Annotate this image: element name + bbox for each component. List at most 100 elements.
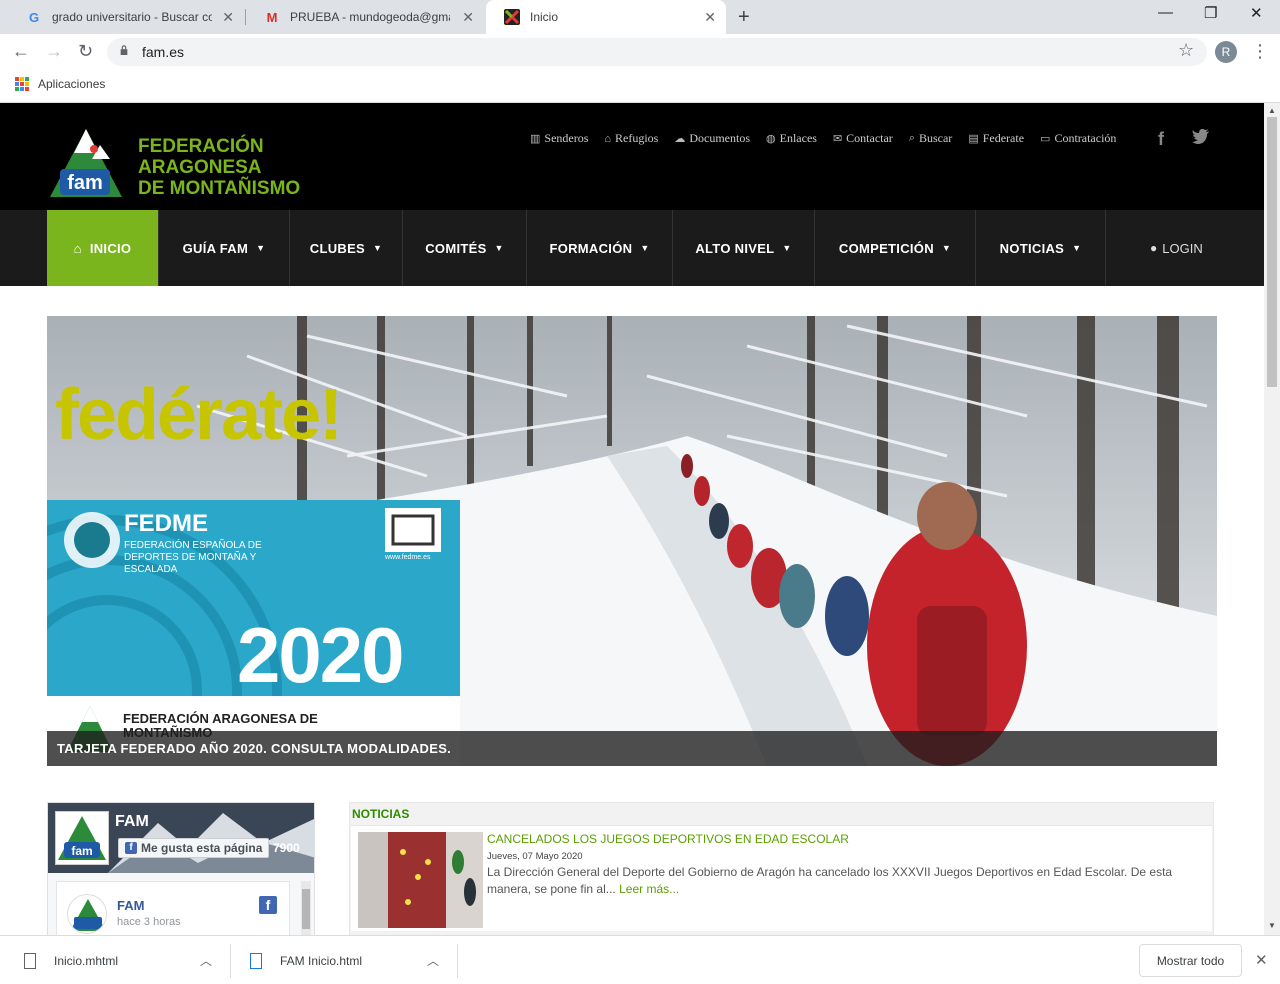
apps-grid-icon[interactable] (15, 77, 29, 91)
nav-label: FORMACIÓN (549, 240, 633, 256)
facebook-scrollbar[interactable] (301, 881, 311, 935)
chevron-down-icon: ▼ (941, 243, 952, 253)
top-link-federate[interactable]: ▤ Federate (968, 131, 1024, 146)
page-viewport: fam FEDERACIÓN ARAGONESA DE MONTAÑISMO ▥… (0, 103, 1264, 935)
top-link-contratacion[interactable]: ▭ Contratación (1040, 131, 1116, 146)
tab-gmail[interactable]: M PRUEBA - mundogeoda@gmail.c ✕ (246, 0, 484, 34)
top-links: ▥ Senderos ⌂ Refugios ☁ Documentos ◍ Enlaces… (530, 131, 1116, 146)
news-title-link[interactable]: CANCELADOS LOS JUEGOS DEPORTIVOS EN EDAD… (487, 832, 849, 846)
tab-inicio[interactable]: Inicio ✕ (486, 0, 726, 34)
envelope-icon: ✉ (832, 133, 843, 145)
nav-divider (1105, 210, 1106, 286)
bookmark-star-icon[interactable]: ☆ (1178, 40, 1194, 61)
address-bar[interactable]: fam.es ☆ (107, 38, 1207, 66)
twitter-icon[interactable] (1192, 129, 1210, 150)
nav-inicio[interactable]: ⌂ INICIO (47, 210, 159, 286)
download-separator (230, 944, 231, 978)
minimize-icon[interactable]: — (1158, 4, 1173, 21)
url-text[interactable]: fam.es (142, 44, 184, 60)
reload-icon[interactable]: ↻ (78, 41, 93, 62)
page-scroll-thumb[interactable] (1267, 117, 1277, 387)
top-link-senderos[interactable]: ▥ Senderos (530, 131, 588, 146)
top-link-label: Contactar (846, 131, 893, 145)
top-link-refugios[interactable]: ⌂ Refugios (604, 131, 658, 146)
main-navigation: ⌂ INICIO GUÍA FAM ▼ CLUBES ▼ COMITÉS ▼ FORM… (0, 210, 1264, 286)
nav-competicion[interactable]: COMPETICIÓN ▼ (815, 210, 976, 286)
news-item: CANCELADOS LOS JUEGOS DEPORTIVOS EN EDAD… (351, 825, 1212, 931)
more-menu-icon[interactable]: ⋮ (1251, 41, 1269, 62)
tab-title: PRUEBA - mundogeoda@gmail.c (290, 10, 450, 24)
fedme-subtitle: FEDERACIÓN ESPAÑOLA DE DEPORTES DE MONTA… (124, 540, 262, 575)
nav-alto-nivel[interactable]: ALTO NIVEL ▼ (673, 210, 815, 286)
login-label: LOGIN (1162, 240, 1203, 256)
facebook-scroll-thumb[interactable] (302, 889, 310, 929)
fam-logo[interactable]: fam (48, 127, 124, 199)
back-icon[interactable]: ← (12, 41, 30, 62)
scroll-up-icon[interactable]: ▲ (1268, 106, 1276, 115)
download-item-fam-inicio-html[interactable]: FAM Inicio.html (250, 936, 362, 984)
top-link-label: Buscar (918, 131, 953, 145)
downloads-bar: Inicio.mhtml ︿ FAM Inicio.html ︿ Mostrar… (0, 935, 1280, 984)
news-thumbnail[interactable] (358, 832, 483, 928)
top-link-buscar[interactable]: ⌕ Buscar (909, 131, 953, 146)
window-close-icon[interactable]: ✕ (1250, 4, 1263, 22)
tab-google-search[interactable]: G grado universitario - Buscar con G ✕ (8, 0, 244, 34)
profile-avatar[interactable]: R (1215, 41, 1237, 63)
facebook-icon: f (125, 842, 137, 854)
facebook-icon[interactable]: f (259, 896, 277, 914)
hero-slider[interactable]: fedérate! FEDME FEDERACIÓN ESPAÑOLA DE D… (47, 316, 1217, 766)
nav-formacion[interactable]: FORMACIÓN ▼ (527, 210, 673, 286)
facebook-page-name[interactable]: FAM (115, 813, 149, 831)
close-downloads-icon[interactable]: ✕ (1255, 951, 1268, 969)
nav-clubes[interactable]: CLUBES ▼ (290, 210, 403, 286)
top-link-label: Documentos (689, 131, 751, 145)
site-logo-text[interactable]: FEDERACIÓN ARAGONESA DE MONTAÑISMO (138, 136, 300, 199)
facebook-page-avatar[interactable]: fam (55, 811, 109, 865)
hero-caption[interactable]: TARJETA FEDERADO AÑO 2020. CONSULTA MODA… (47, 731, 1217, 766)
nav-noticias[interactable]: NOTICIAS ▼ (976, 210, 1105, 286)
show-all-downloads-button[interactable]: Mostrar todo (1139, 944, 1242, 977)
facebook-post-author[interactable]: FAM (117, 898, 144, 913)
nav-label: INICIO (89, 240, 132, 256)
facebook-icon[interactable]: f (1158, 129, 1164, 150)
search-icon: ⌕ (908, 132, 915, 144)
google-icon: G (28, 9, 40, 25)
top-link-enlaces[interactable]: ◍ Enlaces (766, 131, 817, 146)
logo-line: ARAGONESA (138, 157, 262, 178)
fedme-card: FEDME FEDERACIÓN ESPAÑOLA DE DEPORTES DE… (47, 500, 460, 766)
page-scrollbar[interactable]: ▲ ▼ (1264, 103, 1280, 935)
new-tab-icon[interactable]: + (738, 6, 750, 29)
close-icon[interactable]: ✕ (462, 9, 474, 26)
svg-text:fam: fam (71, 844, 92, 858)
bookmark-apps[interactable]: Aplicaciones (38, 77, 105, 91)
forward-icon[interactable]: → (45, 41, 63, 62)
browser-toolbar: ← → ↻ fam.es ☆ R ⋮ (0, 34, 1280, 70)
top-link-label: Contratación (1054, 131, 1117, 145)
scroll-down-icon[interactable]: ▼ (1268, 921, 1276, 930)
facebook-post[interactable]: FAM hace 3 horas f (56, 881, 290, 935)
top-link-documentos[interactable]: ☁ Documentos (674, 131, 750, 146)
top-link-label: Refugios (615, 131, 659, 145)
chevron-up-icon[interactable]: ︿ (427, 952, 439, 969)
avatar[interactable] (67, 894, 107, 934)
fedme-year: 2020 (237, 611, 405, 699)
chevron-down-icon: ▼ (494, 243, 504, 253)
close-icon[interactable]: ✕ (704, 9, 716, 26)
read-more-link[interactable]: Leer más... (619, 882, 679, 896)
fedme-web: www.fedme.es (385, 554, 431, 561)
nav-guia-fam[interactable]: GUÍA FAM ▼ (159, 210, 290, 286)
tab-strip: G grado universitario - Buscar con G ✕ M… (0, 0, 1280, 34)
restore-icon[interactable]: ❐ (1204, 4, 1217, 22)
top-link-contactar[interactable]: ✉ Contactar (833, 131, 893, 146)
nav-comites[interactable]: COMITÉS ▼ (403, 210, 527, 286)
login-link[interactable]: ● LOGIN (1150, 210, 1203, 286)
chevron-down-icon: ▼ (1072, 243, 1082, 253)
chevron-up-icon[interactable]: ︿ (200, 952, 212, 969)
nav-label: COMPETICIÓN (838, 240, 934, 256)
facebook-like-button[interactable]: f Me gusta esta página (118, 838, 270, 858)
hero-headline: fedérate! (55, 375, 343, 455)
download-item-inicio-mhtml[interactable]: Inicio.mhtml (24, 936, 118, 984)
facebook-post-time[interactable]: hace 3 horas (117, 916, 181, 928)
close-icon[interactable]: ✕ (222, 9, 234, 26)
facebook-widget: fam FAM f Me gusta esta página 7900 FAM … (47, 802, 315, 935)
